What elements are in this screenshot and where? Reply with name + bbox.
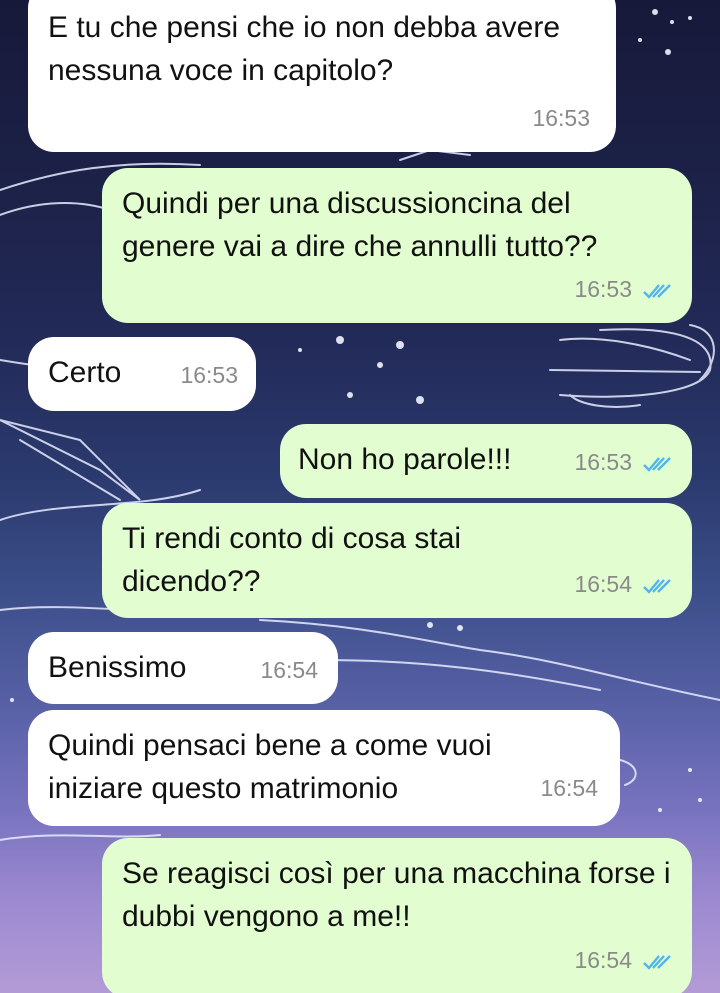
message-timestamp: 16:53: [532, 105, 590, 131]
incoming-message[interactable]: Certo 16:53: [28, 337, 256, 411]
message-timestamp: 16:53: [574, 449, 632, 475]
outgoing-message[interactable]: Ti rendi conto di cosa stai dicendo?? 16…: [102, 503, 692, 618]
message-timestamp: 16:54: [574, 571, 632, 597]
double-check-icon: [642, 282, 672, 300]
message-text: Non ho parole!!!: [298, 443, 512, 476]
message-timestamp: 16:54: [574, 947, 632, 973]
message-timestamp: 16:53: [180, 362, 238, 388]
message-text: Se reagisci così per una macchina forse …: [122, 857, 671, 933]
message-timestamp: 16:54: [540, 775, 598, 801]
double-check-icon: [642, 577, 672, 595]
message-text: Quindi per una discussioncina del genere…: [122, 187, 598, 263]
message-text: Benissimo: [48, 651, 187, 684]
message-text: Certo: [48, 356, 122, 389]
message-timestamp: 16:54: [260, 657, 318, 683]
outgoing-message[interactable]: Non ho parole!!! 16:53: [280, 424, 692, 498]
message-timestamp-wrap: 16:53: [574, 268, 672, 311]
double-check-icon: [642, 953, 672, 971]
double-check-icon: [642, 455, 672, 473]
message-text: Quindi pensaci bene a come vuoi iniziare…: [48, 729, 492, 805]
outgoing-message[interactable]: Quindi per una discussioncina del genere…: [102, 168, 692, 323]
message-timestamp: 16:53: [574, 276, 632, 302]
incoming-message[interactable]: Benissimo 16:54: [28, 632, 338, 704]
message-timestamp-wrap: 16:53: [574, 441, 672, 484]
message-timestamp-wrap: 16:54: [574, 939, 672, 982]
incoming-message[interactable]: Quindi pensaci bene a come vuoi iniziare…: [28, 710, 620, 826]
message-timestamp-wrap: 16:54: [574, 563, 672, 606]
incoming-message[interactable]: E tu che pensi che io non debba avere ne…: [28, 0, 616, 152]
message-text: Ti rendi conto di cosa stai dicendo??: [122, 522, 462, 598]
outgoing-message[interactable]: Se reagisci così per una macchina forse …: [102, 838, 692, 993]
message-text: E tu che pensi che io non debba avere ne…: [48, 11, 561, 87]
